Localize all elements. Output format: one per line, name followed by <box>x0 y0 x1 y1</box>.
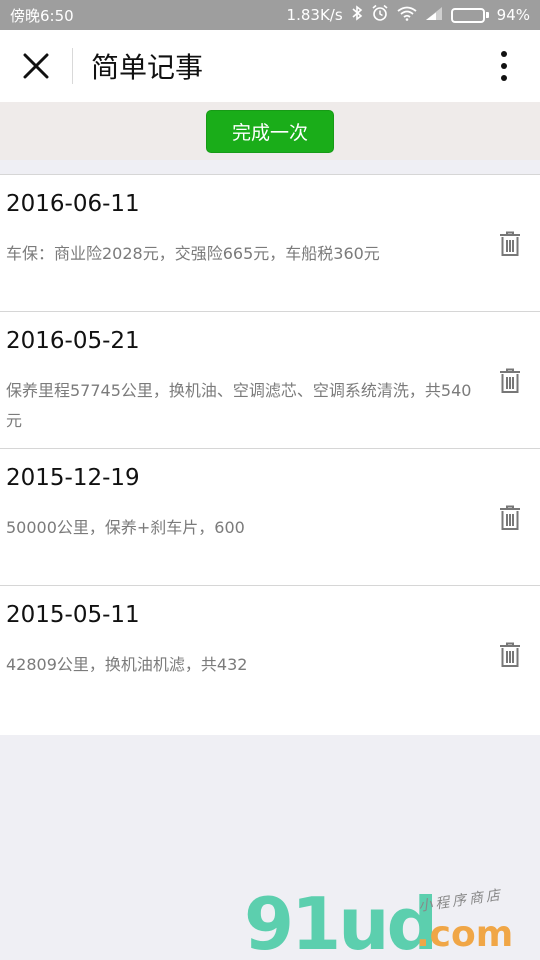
delete-button[interactable] <box>497 503 523 533</box>
trash-icon <box>500 505 520 530</box>
record-description: 保养里程57745公里，换机油、空调滤芯、空调系统清洗，共540元 <box>6 381 472 430</box>
trash-icon <box>500 368 520 393</box>
network-speed: 1.83K/s <box>286 6 343 24</box>
list-item[interactable]: 2015-05-11 42809公里，换机油机滤，共432 <box>0 586 540 735</box>
action-area: 完成一次 <box>0 102 540 160</box>
close-button[interactable] <box>0 30 72 102</box>
nav-divider <box>72 48 73 84</box>
status-indicators: 1.83K/s 94% <box>287 4 530 26</box>
delete-button[interactable] <box>497 229 523 259</box>
watermark-suffix: .com <box>416 914 514 955</box>
complete-once-button[interactable]: 完成一次 <box>206 109 334 153</box>
list-item[interactable]: 2015-12-19 50000公里，保养+刹车片，600 <box>0 449 540 586</box>
close-icon <box>23 53 49 79</box>
delete-button[interactable] <box>497 366 523 396</box>
bluetooth-icon <box>351 5 363 25</box>
battery-icon <box>450 7 489 23</box>
record-date: 2015-12-19 <box>6 465 140 491</box>
delete-button[interactable] <box>497 640 523 670</box>
page-title: 简单记事 <box>91 51 204 84</box>
list-item[interactable]: 2016-05-21 保养里程57745公里，换机油、空调滤芯、空调系统清洗，共… <box>0 312 540 449</box>
status-bar: 傍晚6:50 1.83K/s 94% <box>0 0 540 30</box>
signal-icon <box>425 6 443 25</box>
record-description: 车保：商业险2028元，交强险665元，车船税360元 <box>6 244 380 263</box>
wifi-icon <box>397 6 417 25</box>
record-date: 2015-05-11 <box>6 602 140 628</box>
more-button[interactable] <box>468 30 540 102</box>
list-item[interactable]: 2016-06-11 车保：商业险2028元，交强险665元，车船税360元 <box>0 175 540 312</box>
battery-percent: 94% <box>496 6 530 24</box>
status-time: 傍晚6:50 <box>10 6 74 25</box>
watermark-main: 91ud <box>244 882 438 960</box>
trash-icon <box>500 642 520 667</box>
nav-bar: 简单记事 <box>0 30 540 102</box>
record-date: 2016-05-21 <box>6 328 140 354</box>
record-description: 50000公里，保养+刹车片，600 <box>6 518 245 537</box>
alarm-icon <box>371 4 389 26</box>
record-description: 42809公里，换机油机滤，共432 <box>6 655 248 674</box>
record-date: 2016-06-11 <box>6 191 140 217</box>
record-list: 2016-06-11 车保：商业险2028元，交强险665元，车船税360元 2… <box>0 174 540 735</box>
more-vertical-icon <box>501 51 507 81</box>
watermark-logo: 91ud 小程序商店 .com <box>244 880 540 960</box>
trash-icon <box>500 231 520 256</box>
